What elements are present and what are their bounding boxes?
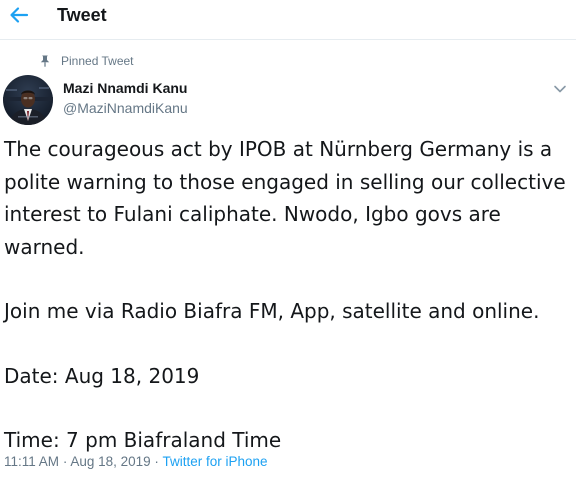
pinned-indicator: Pinned Tweet <box>40 53 134 69</box>
author-name[interactable]: Mazi Nnamdi Kanu <box>63 80 187 97</box>
tweet-paragraph: Join me via Radio Biafra FM, App, satell… <box>4 299 540 323</box>
tweet-paragraph: The courageous act by IPOB at Nürnberg G… <box>4 137 566 259</box>
more-options-button[interactable] <box>553 82 567 94</box>
avatar[interactable] <box>3 75 53 125</box>
chevron-down-icon <box>554 85 566 93</box>
tweet-time[interactable]: 11:11 AM <box>4 454 59 469</box>
pinned-label: Pinned Tweet <box>61 54 134 68</box>
top-header: Tweet <box>0 0 576 40</box>
meta-separator: · <box>62 454 68 469</box>
tweet-date[interactable]: Aug 18, 2019 <box>70 454 150 469</box>
back-button[interactable] <box>8 4 30 26</box>
page-title: Tweet <box>57 5 107 25</box>
arrow-left-icon <box>10 7 29 23</box>
author-handle[interactable]: @MaziNnamdiKanu <box>63 100 188 117</box>
tweet-paragraph: Date: Aug 18, 2019 <box>4 363 200 388</box>
tweet-source-link[interactable]: Twitter for iPhone <box>162 454 267 469</box>
tweet-text: The courageous act by IPOB at Nürnberg G… <box>4 133 572 457</box>
tweet-paragraph: Time: 7 pm Biafraland Time <box>4 428 282 452</box>
pin-icon <box>40 55 50 67</box>
tweet-meta: 11:11 AM · Aug 18, 2019 · Twitter for iP… <box>4 453 267 470</box>
avatar-image <box>3 75 53 125</box>
meta-separator: · <box>154 454 159 469</box>
